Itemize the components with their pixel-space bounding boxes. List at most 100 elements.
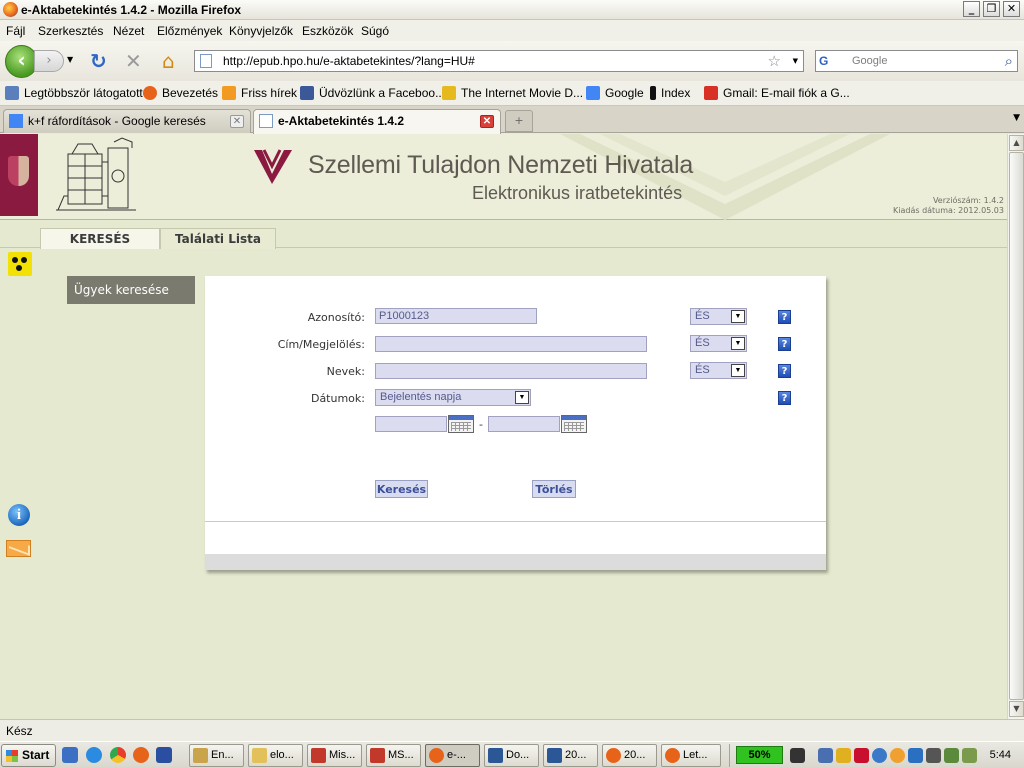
update-icon[interactable] [890,748,905,763]
maximize-button[interactable]: ❐ [983,1,1000,17]
reload-icon[interactable]: ↻ [90,50,107,72]
google-engine-icon[interactable]: G [819,54,835,68]
version-number: Verziószám: 1.4.2 [932,196,1004,205]
taskbar-item[interactable]: Mis... [307,744,362,767]
bookmark-latest-headlines[interactable]: Friss hírek [222,86,297,100]
tab-results-list[interactable]: Találati Lista [160,228,276,249]
taskbar-item[interactable]: MS... [366,744,421,767]
taskbar-item[interactable]: 20... [543,744,598,767]
safely-remove-icon[interactable] [962,748,977,763]
chrome-icon[interactable] [110,747,126,763]
menu-history[interactable]: Előzmények [157,24,222,38]
taskbar-item-active[interactable]: e-... [425,744,480,767]
internet-explorer-icon[interactable] [86,747,102,763]
ati-icon[interactable] [854,748,869,763]
close-tab-icon[interactable]: ✕ [480,115,494,128]
url-bar[interactable]: http://epub.hpo.hu/e-aktabetekintes/?lan… [194,50,804,72]
task-label: Let... [683,749,708,761]
machine-illustration [56,137,136,211]
taskbar-item[interactable]: En... [189,744,244,767]
history-dropdown-icon[interactable]: ▼ [67,55,73,64]
close-tab-icon[interactable]: ✕ [230,115,244,128]
vertical-scrollbar[interactable]: ▲ ▼ [1007,134,1024,719]
tab-list-icon[interactable]: ▼ [1013,113,1020,123]
clear-button[interactable]: Törlés [532,480,576,498]
home-icon[interactable]: ⌂ [162,50,175,72]
volume-icon[interactable] [944,748,959,763]
start-button[interactable]: Start [1,744,56,767]
mail-icon[interactable] [6,540,31,557]
tab-google-search[interactable]: k+f ráfordítások - Google keresés ✕ [3,109,251,133]
menu-tools[interactable]: Eszközök [302,24,353,38]
search-button[interactable]: Keresés [375,480,428,498]
new-tab-button[interactable]: + [505,110,533,132]
bluetooth-icon[interactable] [908,748,923,763]
title-field[interactable] [375,336,647,352]
show-desktop-icon[interactable] [62,747,78,763]
id-help-icon[interactable]: ? [778,310,791,324]
taskbar-item[interactable]: elo... [248,744,303,767]
names-operator-select[interactable]: ÉS ▼ [690,362,747,379]
menu-help[interactable]: Súgó [361,24,389,38]
calendar-icon[interactable] [561,415,587,433]
date-type-select[interactable]: Bejelentés napja ▼ [375,389,531,406]
bookmark-imdb[interactable]: The Internet Movie D... [442,86,583,100]
bookmark-most-visited[interactable]: Legtöbbször látogatott [5,86,143,100]
accessibility-icon[interactable] [8,252,32,276]
date-to-field[interactable] [488,416,560,432]
scroll-down-icon[interactable]: ▼ [1009,701,1024,717]
url-dropdown-icon[interactable]: ▼ [793,57,798,65]
bookmark-label: Gmail: E-mail fiók a G... [723,86,850,100]
search-icon[interactable] [872,748,887,763]
title-help-icon[interactable]: ? [778,337,791,351]
tab-search[interactable]: KERESÉS [40,228,160,249]
power-plug-icon[interactable] [790,748,805,763]
url-text[interactable]: http://epub.hpo.hu/e-aktabetekintes/?lan… [223,54,475,68]
bookmark-gmail[interactable]: Gmail: E-mail fiók a G... [704,86,850,100]
battery-indicator[interactable]: 50% [736,746,783,764]
bookmark-google[interactable]: Google [586,86,644,100]
bookmark-star-icon[interactable]: ☆ [768,52,781,70]
info-icon[interactable]: i [8,504,30,526]
names-field[interactable] [375,363,647,379]
bookmark-facebook[interactable]: Üdvözlünk a Faceboo... [300,86,445,100]
search-icon[interactable]: ⌕ [1005,52,1013,70]
firefox-icon[interactable] [133,747,149,763]
shield-icon[interactable] [836,748,851,763]
side-menu-case-search[interactable]: Ügyek keresése [67,276,195,304]
wifi-icon[interactable] [926,748,941,763]
scroll-up-icon[interactable]: ▲ [1009,135,1024,151]
scrollbar-thumb[interactable] [1009,152,1024,700]
bookmark-getting-started[interactable]: Bevezetés [143,86,218,100]
stop-icon[interactable]: ✕ [125,50,142,72]
menu-file[interactable]: Fájl [6,24,25,38]
network-icon[interactable] [818,748,833,763]
date-from-field[interactable] [375,416,447,432]
bookmark-index[interactable]: Index [650,86,690,100]
search-bar[interactable]: G Google ⌕ [815,50,1018,72]
page-icon [259,114,273,128]
calendar-icon[interactable] [448,415,474,433]
menu-bookmarks[interactable]: Könyvjelzők [229,24,293,38]
tab-e-aktabetekintes[interactable]: e-Aktabetekintés 1.4.2 ✕ [253,109,501,135]
close-window-button[interactable]: ✕ [1003,1,1020,17]
windows-taskbar: Start En... elo... Mis... MS... e-... Do… [0,741,1024,768]
task-label: e-... [447,749,466,761]
names-help-icon[interactable]: ? [778,364,791,378]
minimize-button[interactable]: _ [963,1,980,17]
taskbar-item[interactable]: 20... [602,744,657,767]
taskbar-item[interactable]: Do... [484,744,539,767]
taskbar-item[interactable]: Let... [661,744,721,767]
id-field[interactable]: P1000123 [375,308,537,324]
menu-edit[interactable]: Szerkesztés [38,24,103,38]
firefox-icon [143,86,157,100]
title-operator-select[interactable]: ÉS ▼ [690,335,747,352]
dates-help-icon[interactable]: ? [778,391,791,405]
search-placeholder[interactable]: Google [852,55,887,67]
bookmark-label: Index [661,86,691,100]
forward-button[interactable]: › [34,50,64,72]
save-icon[interactable] [156,747,172,763]
bookmark-label: Üdvözlünk a Faceboo... [319,86,446,100]
menu-view[interactable]: Nézet [113,24,144,38]
id-operator-select[interactable]: ÉS ▼ [690,308,747,325]
